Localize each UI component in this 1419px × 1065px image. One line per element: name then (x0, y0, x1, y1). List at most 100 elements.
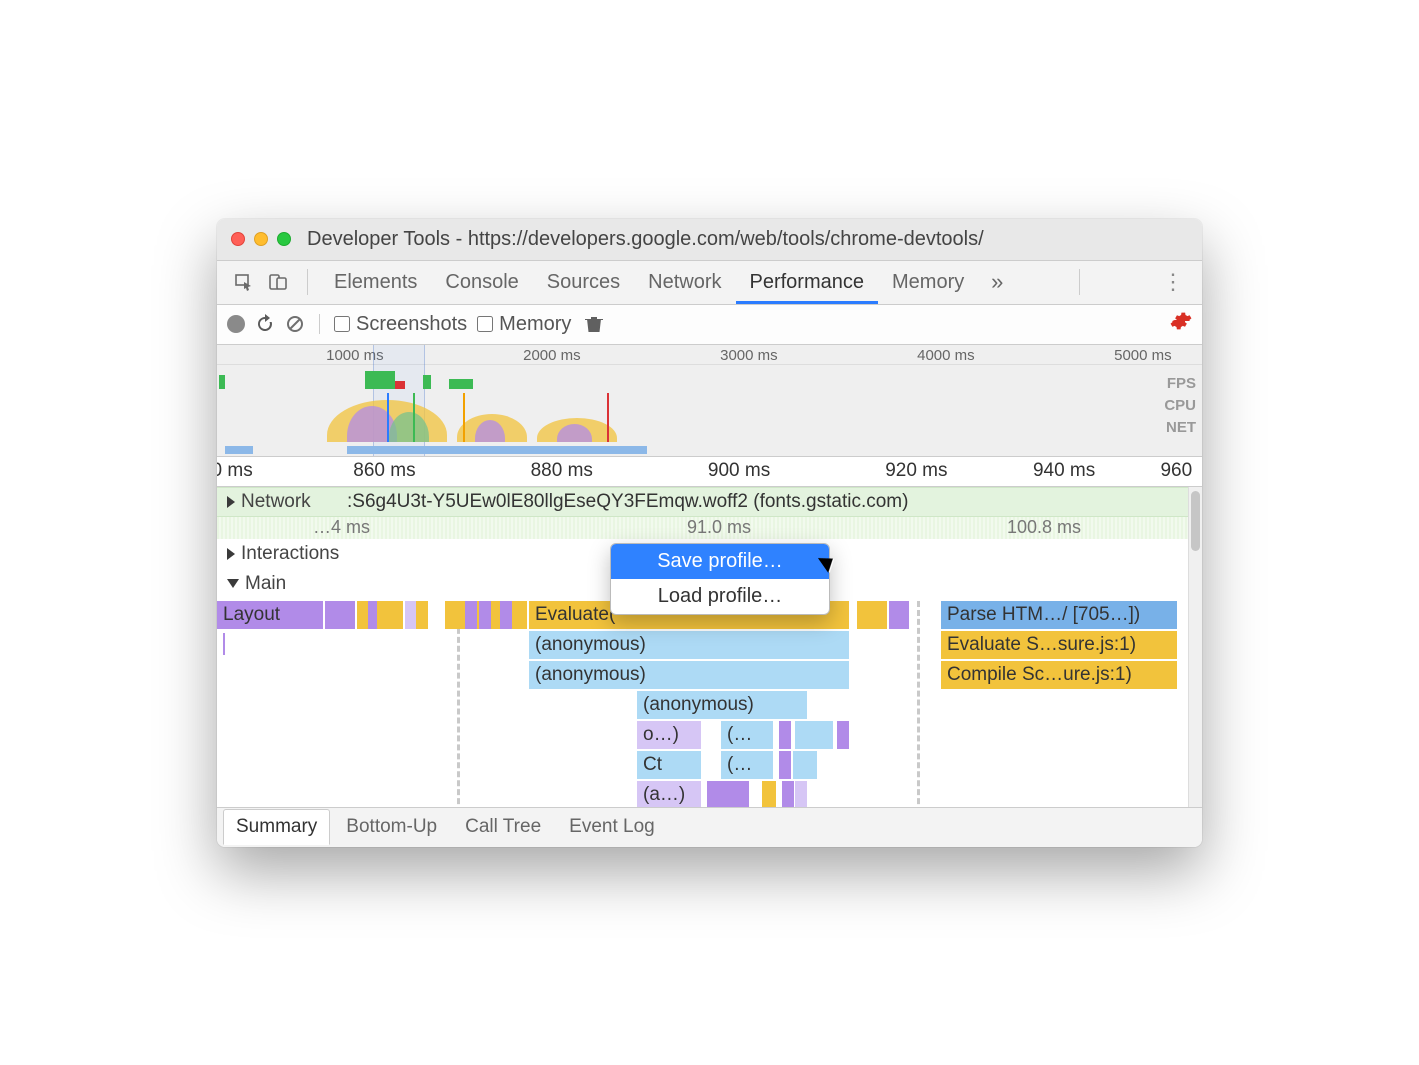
memory-checkbox[interactable]: Memory (477, 313, 571, 336)
flame-bar-paren[interactable]: (… (721, 721, 773, 749)
close-window-button[interactable] (231, 232, 245, 246)
tab-sources[interactable]: Sources (533, 261, 634, 304)
details-tab-bottom-up[interactable]: Bottom-Up (334, 810, 449, 844)
tabs-overflow-icon[interactable]: » (982, 269, 1012, 295)
tab-console[interactable]: Console (431, 261, 532, 304)
record-button[interactable] (227, 315, 245, 333)
kebab-menu-icon[interactable]: ⋮ (1154, 269, 1192, 295)
flame-bar-eval-s[interactable]: Evaluate S…sure.js:1) (941, 631, 1177, 659)
ruler-tick: 900 ms (708, 460, 770, 482)
details-tab-summary[interactable]: Summary (223, 809, 330, 845)
flame-bar-layout[interactable]: Layout (217, 601, 323, 629)
minimize-window-button[interactable] (254, 232, 268, 246)
maximize-window-button[interactable] (277, 232, 291, 246)
flame-bar[interactable] (889, 601, 909, 629)
inspect-icon[interactable] (227, 267, 261, 297)
frame-divider (457, 601, 460, 807)
network-request-text: :S6g4U3t-Y5UEw0lE80llgEseQY3FEmqw.woff2 … (347, 491, 1202, 513)
overview-timeline[interactable]: 1000 ms 2000 ms 3000 ms 4000 ms 5000 ms … (217, 345, 1202, 457)
flame-bar[interactable] (779, 721, 791, 749)
traffic-lights (231, 232, 291, 246)
ruler-tick: 880 ms (531, 460, 593, 482)
devtools-window: Developer Tools - https://developers.goo… (217, 219, 1202, 847)
flame-sliver (223, 633, 225, 655)
flame-bar[interactable] (793, 751, 817, 779)
ruler-tick: 40 ms (217, 460, 253, 482)
flame-bar[interactable] (500, 601, 512, 629)
details-tab-call-tree[interactable]: Call Tree (453, 810, 553, 844)
flame-bar[interactable] (857, 601, 887, 629)
flame-bar[interactable] (782, 781, 794, 807)
flame-bar-ct[interactable]: Ct (637, 751, 701, 779)
flame-bar[interactable] (707, 781, 749, 807)
flame-bar[interactable] (325, 601, 355, 629)
frames-left-text: …4 ms (313, 517, 370, 538)
clear-button[interactable] (285, 314, 305, 334)
details-tab-event-log[interactable]: Event Log (557, 810, 667, 844)
tab-performance[interactable]: Performance (736, 261, 879, 304)
expand-icon[interactable] (227, 548, 235, 560)
trash-icon[interactable] (585, 314, 603, 334)
flame-bar[interactable] (837, 721, 849, 749)
ruler-tick: 860 ms (353, 460, 415, 482)
flame-chart[interactable]: Layout Evaluate( Parse HTM…/ [705…]) (an… (217, 601, 1202, 807)
screenshots-checkbox-input[interactable] (334, 316, 350, 332)
performance-toolbar: Screenshots Memory (217, 305, 1202, 345)
titlebar: Developer Tools - https://developers.goo… (217, 219, 1202, 261)
settings-gear-icon[interactable] (1170, 310, 1192, 338)
overview-ruler: 1000 ms 2000 ms 3000 ms 4000 ms 5000 ms (217, 345, 1202, 365)
main-track-label: Main (245, 573, 286, 595)
context-item-load-profile[interactable]: Load profile… (611, 579, 829, 614)
flame-bar-o[interactable]: o…) (637, 721, 701, 749)
flame-bar[interactable] (779, 751, 791, 779)
vertical-scrollbar[interactable] (1188, 487, 1202, 807)
expand-icon[interactable] (227, 496, 235, 508)
context-item-save-profile[interactable]: Save profile… (611, 544, 829, 579)
flame-bar[interactable] (377, 601, 403, 629)
tab-elements[interactable]: Elements (320, 261, 431, 304)
reload-button[interactable] (255, 314, 275, 334)
memory-checkbox-input[interactable] (477, 316, 493, 332)
flame-bar[interactable] (795, 721, 833, 749)
device-toggle-icon[interactable] (261, 267, 295, 297)
separator (307, 269, 308, 295)
network-track-row[interactable]: Network :S6g4U3t-Y5UEw0lE80llgEseQY3FEmq… (217, 487, 1202, 517)
interactions-track-label: Interactions (241, 543, 339, 565)
overview-tick: 5000 ms (1114, 347, 1172, 364)
flame-bar-anon[interactable]: (anonymous) (637, 691, 807, 719)
flame-bar-anon[interactable]: (anonymous) (529, 631, 849, 659)
flame-bar-a[interactable]: (a…) (637, 781, 701, 807)
context-menu: Save profile… Load profile… (610, 543, 830, 615)
flame-bar[interactable] (465, 601, 477, 629)
screenshots-checkbox[interactable]: Screenshots (334, 313, 467, 336)
flame-bar[interactable] (479, 601, 491, 629)
separator (1079, 269, 1080, 295)
collapse-icon[interactable] (227, 579, 239, 588)
flame-bar-anon[interactable]: (anonymous) (529, 661, 849, 689)
tab-memory[interactable]: Memory (878, 261, 978, 304)
flame-bar-compile[interactable]: Compile Sc…ure.js:1) (941, 661, 1177, 689)
overview-tick: 3000 ms (720, 347, 778, 364)
flame-ruler[interactable]: 40 ms 860 ms 880 ms 900 ms 920 ms 940 ms… (217, 457, 1202, 487)
tab-network[interactable]: Network (634, 261, 735, 304)
flame-bar[interactable] (416, 601, 428, 629)
overview-label-net: NET (1164, 417, 1196, 439)
frames-mid-text: 91.0 ms (687, 517, 751, 538)
overview-label-fps: FPS (1164, 373, 1196, 395)
devtools-tabs: Elements Console Sources Network Perform… (217, 261, 1202, 305)
ruler-tick: 940 ms (1033, 460, 1095, 482)
tracks-panel[interactable]: Network :S6g4U3t-Y5UEw0lE80llgEseQY3FEmq… (217, 487, 1202, 807)
overview-tick: 2000 ms (523, 347, 581, 364)
ruler-tick: 920 ms (885, 460, 947, 482)
flame-bar-parse-html[interactable]: Parse HTM…/ [705…]) (941, 601, 1177, 629)
overview-label-cpu: CPU (1164, 395, 1196, 417)
flame-bar-paren[interactable]: (… (721, 751, 773, 779)
frames-right-text: 100.8 ms (1007, 517, 1081, 538)
flame-bar[interactable] (795, 781, 807, 807)
scrollbar-thumb[interactable] (1191, 491, 1200, 551)
overview-tick: 4000 ms (917, 347, 975, 364)
flame-bar[interactable] (762, 781, 776, 807)
separator (319, 314, 320, 334)
network-track-label: Network (241, 491, 311, 513)
details-tabs: Summary Bottom-Up Call Tree Event Log (217, 807, 1202, 847)
